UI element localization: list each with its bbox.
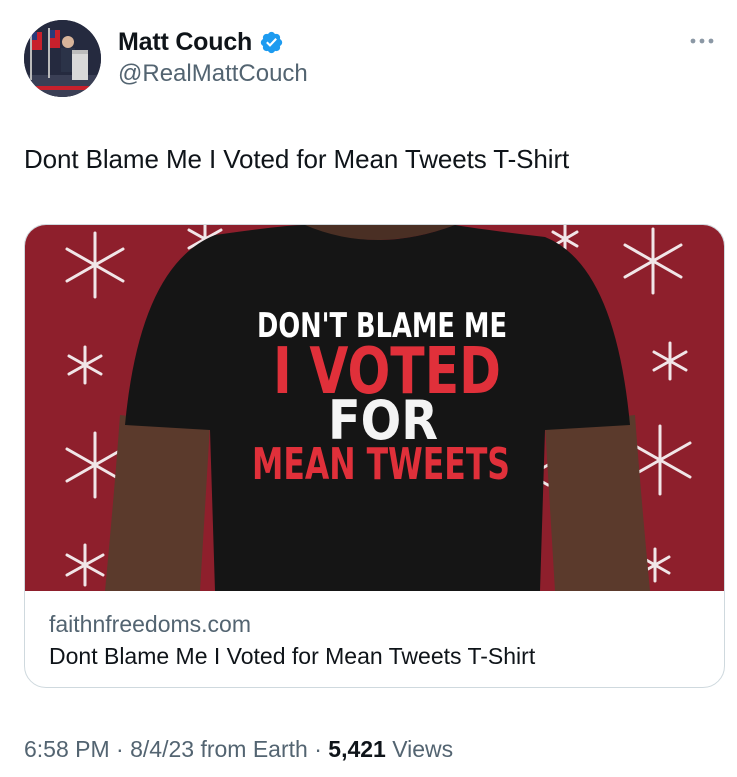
tweet-date[interactable]: 8/4/23	[130, 736, 194, 763]
views-count[interactable]: 5,421	[328, 736, 386, 763]
tweet-text: Dont Blame Me I Voted for Mean Tweets T-…	[24, 144, 570, 174]
views-label[interactable]: Views	[392, 736, 453, 763]
card-title[interactable]: Dont Blame Me I Voted for Mean Tweets T-…	[49, 643, 535, 670]
tweet-meta: 6:58 PM · 8/4/23 from Earth · 5,421 View…	[24, 736, 453, 763]
meta-separator-2: ·	[307, 736, 329, 762]
link-card[interactable]: DON'T BLAME ME I VOTED FOR MEAN TWEETS f…	[24, 224, 725, 688]
more-horizontal-icon[interactable]	[687, 34, 717, 48]
card-domain[interactable]: faithnfreedoms.com	[49, 611, 251, 638]
tweet-time[interactable]: 6:58 PM	[24, 736, 110, 763]
tweet-source: from Earth	[200, 736, 308, 762]
verified-badge-icon[interactable]	[259, 30, 284, 55]
avatar[interactable]	[24, 20, 101, 97]
tweet: Matt Couch @RealMattCouch Dont Blame Me …	[0, 0, 737, 777]
shirt-line-4: MEAN TWEETS	[252, 439, 510, 490]
author-name-row[interactable]: Matt Couch	[118, 28, 284, 57]
author-handle[interactable]: @RealMattCouch	[118, 60, 308, 88]
author-display-name[interactable]: Matt Couch	[118, 28, 252, 57]
card-image[interactable]: DON'T BLAME ME I VOTED FOR MEAN TWEETS	[25, 225, 724, 591]
meta-separator: ·	[109, 736, 131, 762]
avatar-image	[24, 20, 101, 97]
